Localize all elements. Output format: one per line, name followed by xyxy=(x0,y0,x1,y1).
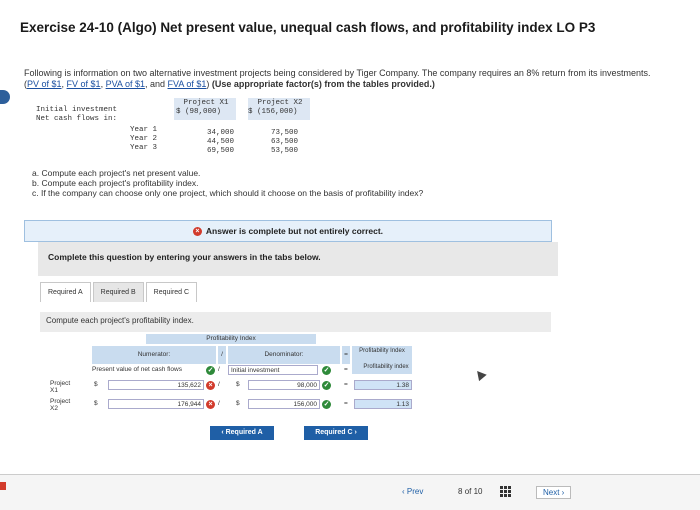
tab-required-c[interactable]: Required C xyxy=(145,282,198,302)
x1-year3: 69,500 xyxy=(206,147,234,155)
intro-text: Following is information on two alternat… xyxy=(24,68,664,90)
error-icon: × xyxy=(206,381,215,390)
numerator-header: Numerator: xyxy=(92,346,216,364)
next-required-button[interactable]: Required C › xyxy=(304,426,368,440)
current-page: 8 xyxy=(458,487,463,496)
page-title: Exercise 24-10 (Algo) Net present value,… xyxy=(20,20,596,35)
question-b: b. Compute each project's profitability … xyxy=(32,178,199,188)
tab-required-a[interactable]: Required A xyxy=(40,282,91,302)
question-marker xyxy=(0,90,10,104)
header-project-x1: Project X1 xyxy=(183,99,229,107)
profitability-index-table: Profitability Index Numerator: / Denomin… xyxy=(48,334,418,422)
sep: ) xyxy=(206,79,210,89)
dollar-sign: $ xyxy=(236,381,240,388)
x2-denominator-input[interactable]: 156,000 xyxy=(248,399,320,409)
question-a: a. Compute each project's net present va… xyxy=(32,168,201,178)
mouse-cursor-icon xyxy=(473,367,487,382)
x1-numerator-input[interactable]: 135,622 xyxy=(108,380,204,390)
x2-result-field: 1.13 xyxy=(354,399,412,409)
error-icon: × xyxy=(192,226,202,236)
equals: = xyxy=(344,381,348,388)
x1-investment: $ (98,000) xyxy=(176,108,222,116)
tab-bar: Required A Required B Required C xyxy=(40,282,199,302)
denominator-header: Denominator: xyxy=(228,346,340,364)
row-label: Year 1 xyxy=(130,126,158,134)
slash: / xyxy=(218,381,220,388)
x2-investment: $ (156,000) xyxy=(248,108,298,116)
tab-required-b[interactable]: Required B xyxy=(92,282,144,302)
footer-nav: ‹ Prev 8 of 10 Next › xyxy=(0,474,700,510)
row-label: Net cash flows in: xyxy=(36,115,118,123)
dollar-sign: $ xyxy=(94,400,98,407)
answer-status-bar: × Answer is complete but not entirely co… xyxy=(24,220,552,242)
prev-required-button[interactable]: ‹ Required A xyxy=(210,426,274,440)
numerator-description: Present value of net cash flows xyxy=(92,366,182,373)
page-indicator: 8 of 10 xyxy=(458,487,483,496)
next-button[interactable]: Next › xyxy=(536,486,572,499)
link-fva[interactable]: FVA of $1 xyxy=(168,79,207,89)
dollar-sign: $ xyxy=(94,381,98,388)
x2-year3: 53,500 xyxy=(270,147,298,155)
project-table: Project X1 Project X2 Initial investment… xyxy=(26,98,316,174)
correct-icon: ✓ xyxy=(206,366,215,375)
x1-denominator-input[interactable]: 98,000 xyxy=(248,380,320,390)
error-icon: × xyxy=(206,400,215,409)
grid-icon[interactable] xyxy=(500,486,511,497)
prev-required-label: Required A xyxy=(225,429,263,436)
slash-header: / xyxy=(218,346,226,364)
total-pages: 10 xyxy=(473,487,483,496)
sep: , and xyxy=(144,79,168,89)
dollar-sign: $ xyxy=(236,400,240,407)
prev-label: Prev xyxy=(406,487,424,496)
instruction-bar: Complete this question by entering your … xyxy=(38,242,558,276)
link-fv[interactable]: FV of $1 xyxy=(67,79,101,89)
x1-year2: 44,500 xyxy=(206,138,234,146)
equals-header: = xyxy=(342,346,350,364)
row-label-project-x1: Project X1 xyxy=(50,380,71,394)
row-label-project-x2: Project X2 xyxy=(50,398,71,412)
answer-status-text: Answer is complete but not entirely corr… xyxy=(205,226,384,236)
row-label: Year 3 xyxy=(130,144,158,152)
next-label: Next xyxy=(543,488,560,497)
correct-icon: ✓ xyxy=(322,400,331,409)
slash: / xyxy=(218,366,220,373)
equals: = xyxy=(344,366,348,373)
header-project-x2: Project X2 xyxy=(257,99,303,107)
slash: / xyxy=(218,400,220,407)
row-label: Initial investment xyxy=(36,106,118,114)
link-pv[interactable]: PV of $1 xyxy=(27,79,62,89)
pi-title: Profitability Index xyxy=(146,334,316,344)
chevron-right-icon: › xyxy=(352,429,357,436)
prev-button[interactable]: ‹ Prev xyxy=(402,487,423,496)
chevron-right-icon: › xyxy=(559,488,565,497)
x2-numerator-input[interactable]: 176,944 xyxy=(108,399,204,409)
x1-year1: 34,000 xyxy=(206,129,234,137)
compute-instruction: Compute each project's profitability ind… xyxy=(40,312,551,332)
question-c: c. If the company can choose only one pr… xyxy=(32,188,424,198)
of-label: of xyxy=(464,487,472,496)
bookmark-icon xyxy=(0,482,6,490)
question-list: a. Compute each project's net present va… xyxy=(32,168,423,198)
result-description: Profitability index xyxy=(363,364,409,370)
intro-instruction: (Use appropriate factor(s) from the tabl… xyxy=(211,79,435,89)
correct-icon: ✓ xyxy=(322,381,331,390)
row-label: Year 2 xyxy=(130,135,158,143)
x2-year1: 73,500 xyxy=(270,129,298,137)
next-required-label: Required C xyxy=(315,429,353,436)
correct-icon: ✓ xyxy=(322,366,331,375)
x2-year2: 63,500 xyxy=(270,138,298,146)
link-pva[interactable]: PVA of $1 xyxy=(106,79,145,89)
x1-result-field: 1.38 xyxy=(354,380,412,390)
equals: = xyxy=(344,400,348,407)
denominator-description-input[interactable]: Initial investment xyxy=(228,365,318,375)
